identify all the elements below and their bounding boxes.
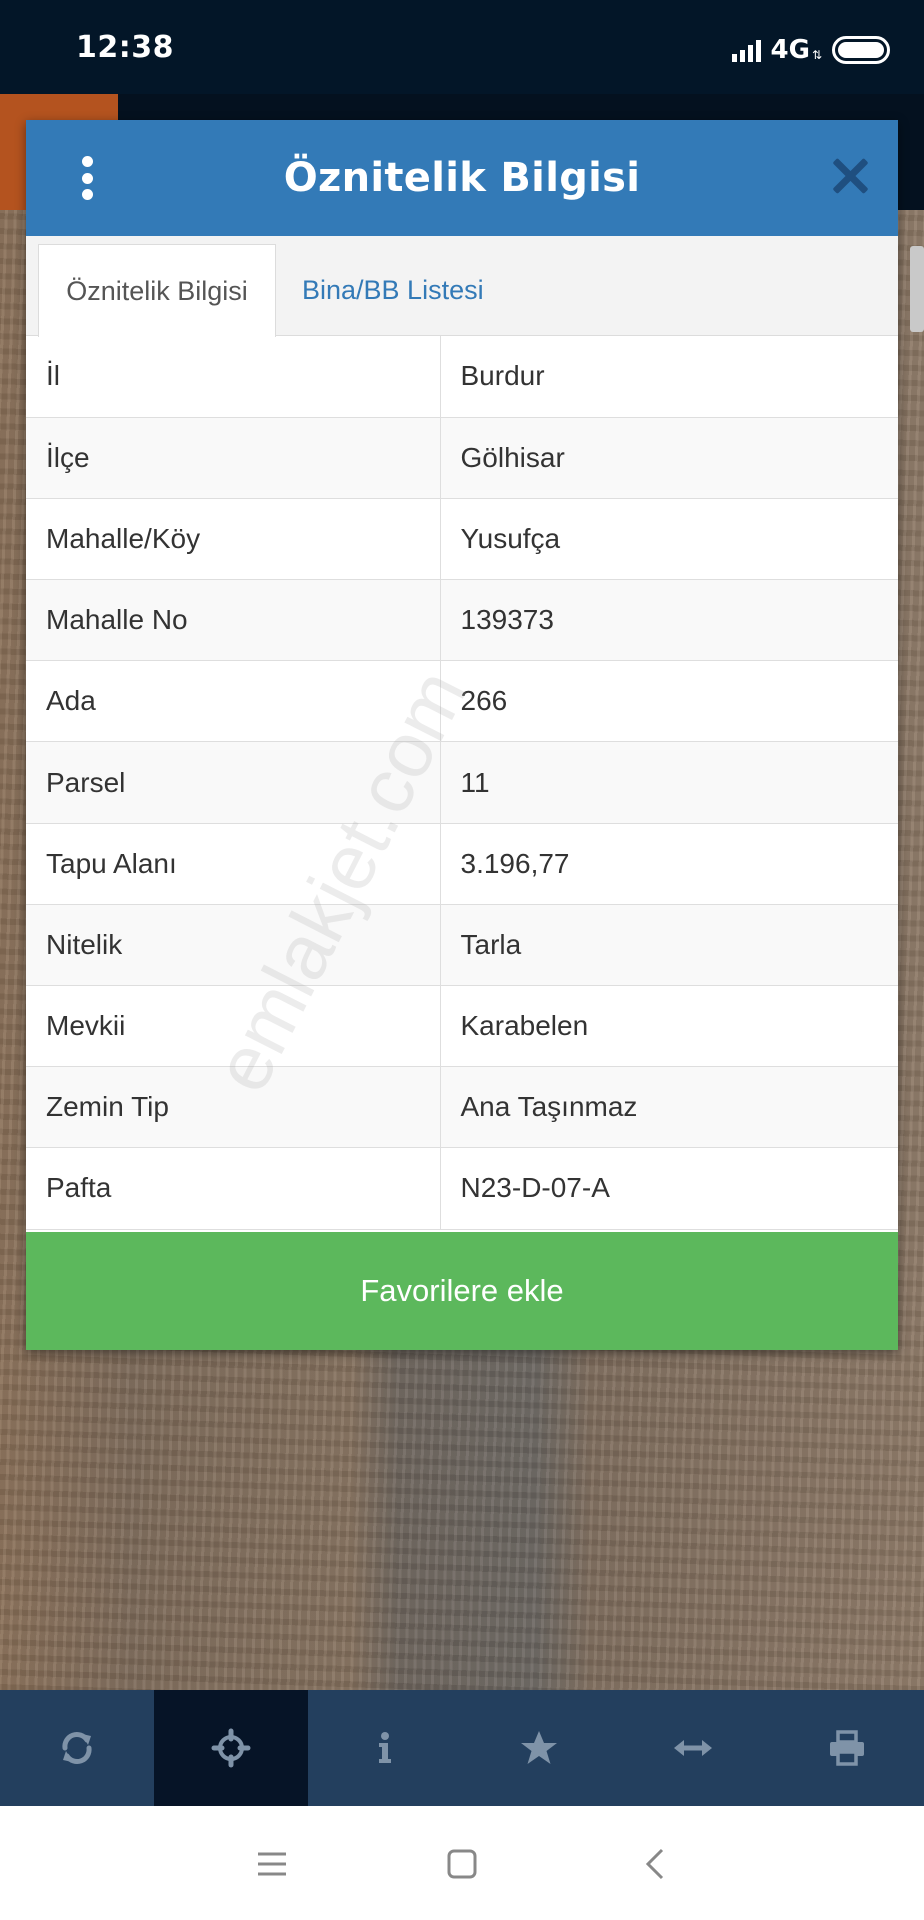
table-row: İlçe Gölhisar	[26, 417, 898, 499]
data-activity-icon: ⇅	[811, 48, 822, 62]
status-bar: 12:38 4G ⇅	[0, 0, 924, 94]
attribute-value: 266	[440, 660, 898, 743]
nav-menu-button[interactable]	[250, 1842, 294, 1886]
scrollbar[interactable]	[910, 246, 924, 332]
home-icon	[447, 1849, 477, 1879]
nav-back-button[interactable]	[634, 1842, 678, 1886]
table-row: Tapu Alanı 3.196,77	[26, 823, 898, 905]
attribute-key: Tapu Alanı	[26, 823, 441, 905]
print-icon	[830, 1730, 864, 1766]
attribute-value: Yusufça	[440, 498, 898, 581]
measure-button[interactable]	[616, 1690, 770, 1806]
attribute-key: Nitelik	[26, 904, 441, 987]
table-row: İl Burdur	[26, 336, 898, 418]
table-row: Ada 266	[26, 660, 898, 743]
table-row: Parsel 11	[26, 741, 898, 824]
table-row: Mahalle/Köy Yusufça	[26, 498, 898, 581]
attribute-value: N23-D-07-A	[440, 1147, 898, 1230]
network-type: 4G	[770, 35, 810, 65]
close-icon[interactable]	[832, 158, 868, 194]
attribute-key: Parsel	[26, 741, 441, 824]
info-icon	[379, 1732, 391, 1763]
table-row: Nitelik Tarla	[26, 904, 898, 987]
tab-attribute-info[interactable]: Öznitelik Bilgisi	[38, 244, 276, 337]
add-favorite-button[interactable]: Favorilere ekle	[26, 1232, 898, 1350]
attribute-value: Tarla	[440, 904, 898, 987]
attribute-info-modal: Öznitelik Bilgisi Öznitelik Bilgisi Bina…	[26, 120, 898, 1350]
menu-icon	[258, 1852, 286, 1876]
attribute-key: Mahalle/Köy	[26, 498, 441, 581]
attribute-value: 139373	[440, 579, 898, 662]
nav-home-button[interactable]	[440, 1842, 484, 1886]
attribute-key: İlçe	[26, 417, 441, 499]
attribute-key: Mahalle No	[26, 579, 441, 662]
locate-button[interactable]	[154, 1690, 308, 1806]
system-nav-bar	[0, 1806, 924, 1920]
attribute-key: Ada	[26, 660, 441, 743]
attribute-value: 11	[440, 741, 898, 824]
kebab-menu-icon[interactable]	[80, 156, 94, 200]
modal-title: Öznitelik Bilgisi	[283, 155, 641, 201]
attribute-table: İl Burdur İlçe Gölhisar Mahalle/Köy Yusufça Ma…	[26, 336, 898, 1230]
attribute-key: Zemin Tip	[26, 1066, 441, 1149]
status-time: 12:38	[76, 30, 174, 65]
attribute-value: Ana Taşınmaz	[440, 1066, 898, 1149]
attribute-value: Karabelen	[440, 985, 898, 1068]
signal-icon	[731, 38, 761, 62]
back-icon	[645, 1848, 664, 1880]
table-row: Pafta N23-D-07-A	[26, 1147, 898, 1230]
info-button[interactable]	[308, 1690, 462, 1806]
map-toolbar	[0, 1690, 924, 1806]
attribute-value: Gölhisar	[440, 417, 898, 499]
refresh-button[interactable]	[0, 1690, 154, 1806]
attribute-value: 3.196,77	[440, 823, 898, 905]
attribute-key: Pafta	[26, 1147, 441, 1230]
status-icons: 4G ⇅	[731, 30, 890, 70]
refresh-icon	[62, 1732, 92, 1764]
attribute-key: Mevkii	[26, 985, 441, 1068]
attribute-key: İl	[26, 336, 441, 418]
tab-building-list[interactable]: Bina/BB Listesi	[302, 244, 484, 337]
favorites-button[interactable]	[462, 1690, 616, 1806]
attribute-value: Burdur	[440, 336, 898, 418]
print-button[interactable]	[770, 1690, 924, 1806]
measure-arrows-icon	[674, 1740, 712, 1756]
table-row: Zemin Tip Ana Taşınmaz	[26, 1066, 898, 1149]
crosshair-icon	[211, 1728, 251, 1768]
table-row: Mahalle No 139373	[26, 579, 898, 662]
modal-header: Öznitelik Bilgisi	[26, 120, 898, 236]
tabs-bar: Öznitelik Bilgisi Bina/BB Listesi	[26, 236, 898, 337]
table-row: Mevkii Karabelen	[26, 985, 898, 1068]
battery-icon	[832, 36, 890, 64]
star-icon	[521, 1731, 557, 1764]
